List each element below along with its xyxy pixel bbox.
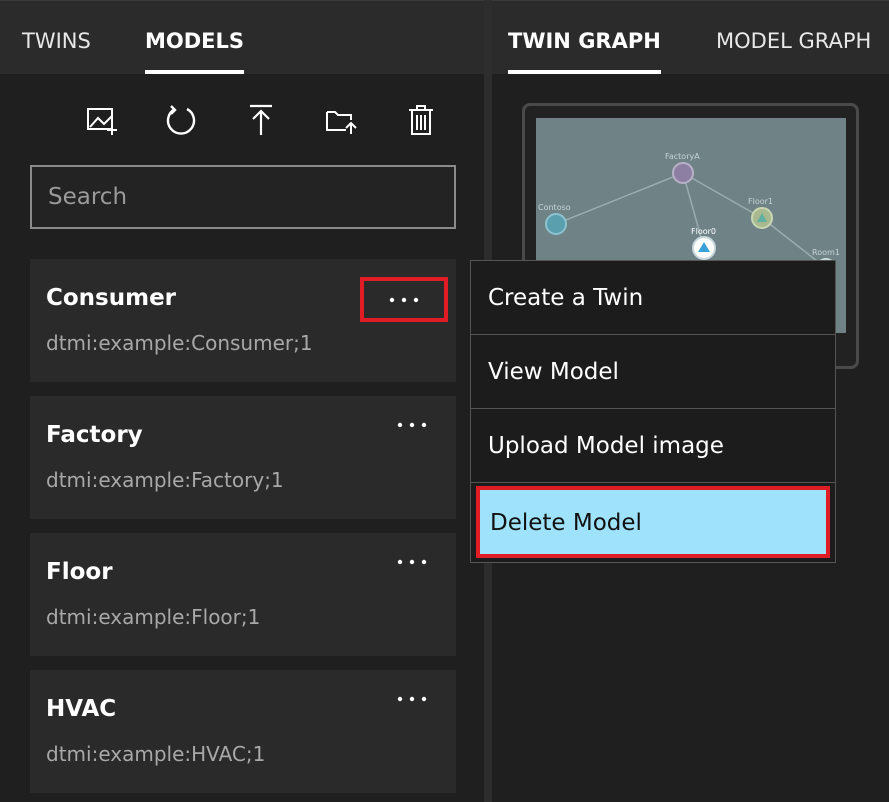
right-tabbar: TWIN GRAPH MODEL GRAPH — [492, 0, 889, 74]
more-options-button[interactable] — [382, 682, 442, 716]
left-tabbar: TWINS MODELS — [0, 0, 484, 74]
more-options-button[interactable] — [382, 545, 442, 579]
more-icon — [389, 297, 419, 302]
tab-twins[interactable]: TWINS — [22, 1, 91, 74]
model-card-hvac[interactable]: HVAC dtmi:example:HVAC;1 — [30, 670, 456, 793]
delete-all-button[interactable] — [401, 100, 441, 140]
graph-node-label: Floor1 — [748, 197, 773, 206]
upload-folder-button[interactable] — [321, 100, 361, 140]
tab-twin-graph[interactable]: TWIN GRAPH — [508, 1, 661, 74]
model-card-factory[interactable]: Factory dtmi:example:Factory;1 — [30, 396, 456, 519]
upload-image-icon — [87, 108, 117, 135]
search-box — [30, 165, 456, 229]
model-card-consumer[interactable]: Consumer dtmi:example:Consumer;1 — [30, 259, 456, 382]
upload-icon — [250, 104, 272, 135]
model-card-floor[interactable]: Floor dtmi:example:Floor;1 — [30, 533, 456, 656]
refresh-button[interactable] — [161, 100, 201, 140]
graph-node-label: Contoso — [538, 203, 571, 212]
model-name: Consumer — [46, 285, 177, 311]
menu-item-upload-model-image[interactable]: Upload Model image — [471, 409, 835, 483]
model-name: Factory — [46, 422, 143, 448]
models-panel: TWINS MODELS Search Consumer dtmi:exampl… — [0, 0, 484, 802]
model-id: dtmi:example:HVAC;1 — [46, 742, 266, 766]
search-input[interactable] — [32, 167, 454, 227]
graph-node — [545, 213, 567, 235]
refresh-icon — [166, 105, 196, 135]
upload-image-button[interactable] — [82, 100, 122, 140]
menu-item-delete-model[interactable]: Delete Model — [476, 486, 830, 558]
more-options-button[interactable] — [360, 277, 448, 322]
model-name: Floor — [46, 559, 113, 585]
graph-node-label: Room1 — [812, 248, 840, 257]
upload-folder-icon — [326, 111, 357, 134]
model-name: HVAC — [46, 696, 117, 722]
model-id: dtmi:example:Consumer;1 — [46, 331, 313, 355]
menu-item-create-twin[interactable]: Create a Twin — [471, 261, 835, 335]
tab-model-graph[interactable]: MODEL GRAPH — [716, 1, 871, 74]
more-icon — [397, 696, 427, 702]
model-id: dtmi:example:Factory;1 — [46, 468, 284, 492]
trash-icon — [409, 105, 433, 135]
more-options-button[interactable] — [382, 408, 442, 442]
graph-node — [672, 162, 694, 184]
more-icon — [397, 559, 427, 565]
more-icon — [397, 422, 427, 428]
graph-node-label: Floor0 — [691, 227, 716, 236]
menu-item-view-model[interactable]: View Model — [471, 335, 835, 409]
model-context-menu: Create a Twin View Model Upload Model im… — [470, 260, 836, 563]
model-id: dtmi:example:Floor;1 — [46, 605, 261, 629]
graph-node-label: FactoryA — [665, 152, 700, 161]
tab-models[interactable]: MODELS — [145, 1, 245, 74]
upload-model-button[interactable] — [241, 100, 281, 140]
